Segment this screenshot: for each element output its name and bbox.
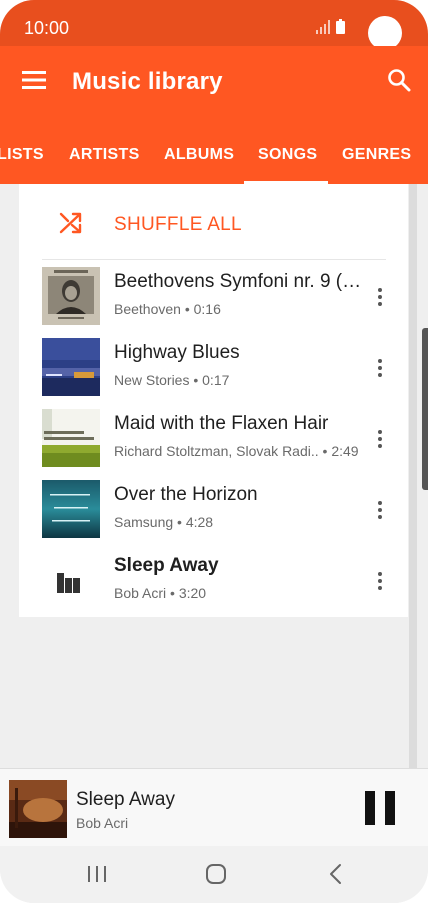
- song-subtitle: New Stories • 0:17: [114, 372, 230, 388]
- tab-genres[interactable]: GENRES: [342, 146, 411, 164]
- phone-screen: 10:00 Music library LISTS ARTISTS ALBUMS: [0, 0, 428, 903]
- more-options-icon[interactable]: [374, 498, 386, 522]
- home-icon[interactable]: [203, 862, 229, 886]
- tab-lists[interactable]: LISTS: [0, 146, 44, 164]
- shuffle-all-button[interactable]: SHUFFLE ALL: [19, 184, 408, 260]
- song-title: Maid with the Flaxen Hair: [114, 413, 329, 434]
- navigation-bar: [0, 846, 428, 903]
- album-art-richard-stoltzman: [42, 409, 100, 467]
- song-title: Over the Horizon: [114, 484, 258, 505]
- scrollbar[interactable]: [409, 184, 417, 768]
- song-row[interactable]: Beethovens Symfoni nr. 9 (S.. Beethoven …: [19, 261, 408, 332]
- back-icon[interactable]: [323, 862, 349, 886]
- edge-panel-handle[interactable]: [422, 328, 428, 490]
- tab-albums[interactable]: ALBUMS: [164, 146, 234, 164]
- song-list[interactable]: SHUFFLE ALL Beethovens Symfoni nr. 9 (S.…: [19, 184, 408, 617]
- song-subtitle: Bob Acri • 3:20: [114, 585, 207, 601]
- battery-icon: [336, 19, 345, 34]
- page-title: Music library: [72, 68, 223, 95]
- mini-player-artist: Bob Acri: [76, 815, 129, 831]
- song-subtitle: Richard Stoltzman, Slovak Radi.. • 2:49: [114, 443, 359, 459]
- song-row[interactable]: Over the Horizon Samsung • 4:28: [19, 474, 408, 545]
- song-row[interactable]: Highway Blues New Stories • 0:17: [19, 332, 408, 403]
- app-bar: Music library LISTS ARTISTS ALBUMS SONGS…: [0, 46, 428, 184]
- more-options-icon[interactable]: [374, 427, 386, 451]
- status-time: 10:00: [24, 18, 70, 38]
- song-title: Sleep Away: [114, 555, 219, 576]
- song-title: Beethovens Symfoni nr. 9 (S..: [114, 271, 364, 292]
- more-options-icon[interactable]: [374, 356, 386, 380]
- mini-player[interactable]: Sleep Away Bob Acri: [0, 768, 428, 846]
- album-art-beethoven: [42, 267, 100, 325]
- album-art-highway-blues: [42, 338, 100, 396]
- more-options-icon[interactable]: [374, 285, 386, 309]
- menu-icon[interactable]: [22, 70, 46, 90]
- mini-player-title: Sleep Away: [76, 789, 175, 810]
- front-camera: [368, 16, 402, 50]
- tab-artists[interactable]: ARTISTS: [69, 146, 140, 164]
- tab-songs[interactable]: SONGS: [258, 146, 317, 164]
- signal-icon: [316, 20, 330, 34]
- now-playing-bars-icon: [42, 551, 100, 609]
- tab-bar: LISTS ARTISTS ALBUMS SONGS GENRES: [0, 134, 428, 184]
- song-title: Highway Blues: [114, 342, 240, 363]
- pause-icon[interactable]: [364, 791, 396, 825]
- song-subtitle: Samsung • 4:28: [114, 514, 214, 530]
- song-row-now-playing[interactable]: Sleep Away Bob Acri • 3:20: [19, 545, 408, 616]
- shuffle-icon: [59, 212, 82, 234]
- recent-apps-icon[interactable]: [84, 862, 110, 886]
- song-row[interactable]: Maid with the Flaxen Hair Richard Stoltz…: [19, 403, 408, 474]
- album-art-over-the-horizon: [42, 480, 100, 538]
- search-icon[interactable]: [387, 68, 411, 92]
- status-bar: 10:00: [0, 0, 428, 50]
- mini-player-album-art: [9, 780, 67, 838]
- divider: [42, 259, 386, 260]
- shuffle-all-label: SHUFFLE ALL: [114, 214, 242, 235]
- song-subtitle: Beethoven • 0:16: [114, 301, 221, 317]
- more-options-icon[interactable]: [374, 569, 386, 593]
